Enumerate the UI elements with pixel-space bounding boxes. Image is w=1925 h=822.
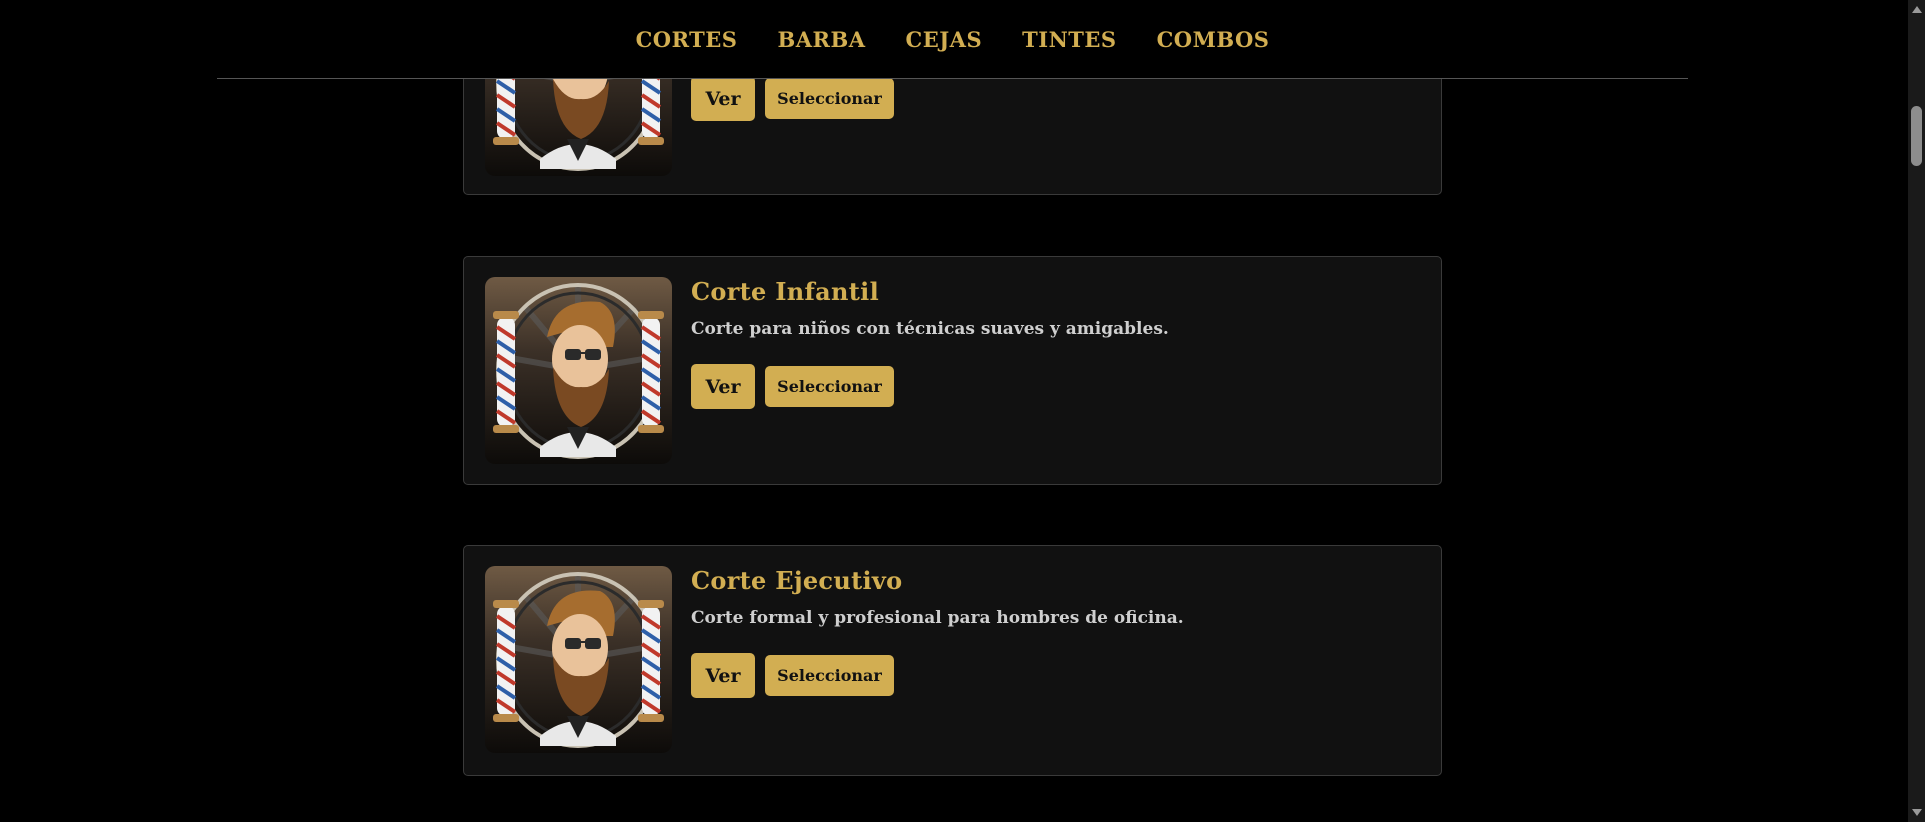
service-actions: Ver Seleccionar (691, 76, 894, 121)
service-actions: Ver Seleccionar (691, 364, 894, 409)
scroll-down-icon[interactable] (1912, 809, 1922, 816)
service-title: Corte Ejecutivo (691, 566, 903, 595)
service-card: Corte Ejecutivo Corte formal y profesion… (463, 545, 1442, 776)
page: CORTES BARBA CEJAS TINTES COMBOS Ver Sel… (0, 0, 1925, 822)
nav-link-cortes[interactable]: CORTES (636, 27, 738, 52)
barber-logo-icon (485, 277, 672, 464)
ver-button[interactable]: Ver (691, 653, 755, 698)
nav-link-barba[interactable]: BARBA (777, 27, 865, 52)
scrollbar-thumb[interactable] (1911, 106, 1922, 166)
ver-button[interactable]: Ver (691, 76, 755, 121)
service-description: Corte formal y profesional para hombres … (691, 608, 1184, 628)
seleccionar-button[interactable]: Seleccionar (765, 655, 894, 696)
nav-link-tintes[interactable]: TINTES (1022, 27, 1116, 52)
service-description: Corte para niños con técnicas suaves y a… (691, 319, 1169, 339)
seleccionar-button[interactable]: Seleccionar (765, 78, 894, 119)
service-card: Corte Infantil Corte para niños con técn… (463, 256, 1442, 485)
ver-button[interactable]: Ver (691, 364, 755, 409)
nav-link-cejas[interactable]: CEJAS (906, 27, 983, 52)
vertical-scrollbar[interactable] (1908, 0, 1925, 822)
top-navigation: CORTES BARBA CEJAS TINTES COMBOS (217, 0, 1688, 79)
seleccionar-button[interactable]: Seleccionar (765, 366, 894, 407)
scroll-up-icon[interactable] (1912, 6, 1922, 13)
barber-logo-icon (485, 566, 672, 753)
service-actions: Ver Seleccionar (691, 653, 894, 698)
nav-link-combos[interactable]: COMBOS (1157, 27, 1270, 52)
service-title: Corte Infantil (691, 277, 879, 306)
